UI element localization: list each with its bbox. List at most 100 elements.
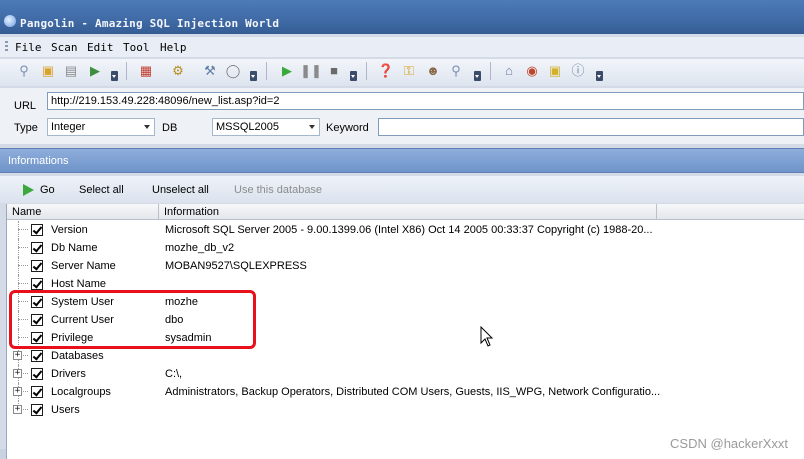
watermark: CSDN @hackerXxxt bbox=[670, 436, 788, 451]
menu-bar: File Scan Edit Tool Help bbox=[0, 37, 804, 57]
row-checkbox[interactable] bbox=[31, 404, 43, 416]
document-icon[interactable]: ▤ bbox=[62, 61, 80, 79]
table-row[interactable]: + Localgroups Administrators, Backup Opera… bbox=[7, 383, 804, 401]
toolbar-overflow-3[interactable] bbox=[350, 71, 357, 81]
row-name: Version bbox=[51, 224, 88, 236]
go-icon bbox=[23, 184, 34, 196]
tree-line bbox=[18, 257, 19, 275]
menu-edit[interactable]: Edit bbox=[87, 41, 114, 54]
menu-help[interactable]: Help bbox=[160, 41, 187, 54]
tree-line bbox=[18, 247, 28, 248]
target-panel: URL http://219.153.49.228:48096/new_list… bbox=[0, 88, 804, 144]
folder-icon[interactable]: ▣ bbox=[39, 61, 57, 79]
row-name: Users bbox=[51, 404, 80, 416]
home-icon[interactable]: ⌂ bbox=[500, 61, 518, 79]
magnifier-icon[interactable]: ⚲ bbox=[447, 61, 465, 79]
table-row[interactable]: Server Name MOBAN9527\SQLEXPRESS bbox=[7, 257, 804, 275]
toolbar-separator bbox=[490, 62, 491, 80]
row-information: MOBAN9527\SQLEXPRESS bbox=[165, 260, 307, 272]
row-information: Administrators, Backup Operators, Distri… bbox=[165, 386, 660, 398]
tree-line bbox=[18, 283, 28, 284]
toolbar-separator bbox=[126, 62, 127, 80]
chevron-down-icon bbox=[309, 125, 315, 129]
table-row[interactable]: + Databases bbox=[7, 347, 804, 365]
pause-icon[interactable]: ❚❚ bbox=[300, 61, 322, 79]
gear-icon[interactable]: ⚙ bbox=[169, 61, 187, 79]
row-name: Databases bbox=[51, 350, 104, 362]
informations-title: Informations bbox=[8, 155, 69, 167]
toolbar-overflow-2[interactable] bbox=[250, 71, 257, 81]
toolbar-overflow-5[interactable] bbox=[596, 71, 603, 81]
database-icon[interactable]: ◯ bbox=[224, 61, 242, 79]
grid-icon[interactable]: ▦ bbox=[137, 61, 155, 79]
mouse-cursor-icon bbox=[480, 326, 494, 347]
table-row[interactable]: + Drivers C:\, bbox=[7, 365, 804, 383]
use-database-button[interactable]: Use this database bbox=[234, 184, 322, 196]
toolbar-overflow-1[interactable] bbox=[111, 71, 118, 81]
keyword-input[interactable] bbox=[378, 118, 804, 136]
go-button[interactable]: Go bbox=[40, 184, 55, 196]
menu-tool[interactable]: Tool bbox=[123, 41, 150, 54]
stop-icon[interactable]: ■ bbox=[325, 61, 343, 79]
row-information: Microsoft SQL Server 2005 - 9.00.1399.06… bbox=[165, 224, 653, 236]
table-row[interactable]: Version Microsoft SQL Server 2005 - 9.00.… bbox=[7, 221, 804, 239]
export-icon[interactable]: ▶ bbox=[86, 61, 104, 79]
window-title: Pangolin - Amazing SQL Injection World bbox=[20, 17, 280, 30]
expand-icon[interactable]: + bbox=[13, 405, 22, 414]
toolbar-separator bbox=[366, 62, 367, 80]
chevron-down-icon bbox=[144, 125, 150, 129]
type-select-value: Integer bbox=[51, 121, 86, 133]
key-icon[interactable]: ⚿ bbox=[400, 61, 418, 79]
row-checkbox[interactable] bbox=[31, 350, 43, 362]
search-icon[interactable]: ⚲ bbox=[15, 61, 33, 79]
row-checkbox[interactable] bbox=[31, 386, 43, 398]
db-label: DB bbox=[162, 122, 178, 134]
grid-header: Name Information bbox=[7, 204, 804, 220]
row-information: mozhe_db_v2 bbox=[165, 242, 235, 254]
box-icon[interactable]: ▣ bbox=[546, 61, 564, 79]
select-all-button[interactable]: Select all bbox=[79, 184, 124, 196]
row-checkbox[interactable] bbox=[31, 278, 43, 290]
informations-header: Informations bbox=[0, 148, 804, 173]
column-name[interactable]: Name bbox=[7, 204, 159, 220]
app-icon bbox=[4, 15, 16, 27]
table-row[interactable]: Db Name mozhe_db_v2 bbox=[7, 239, 804, 257]
table-row[interactable]: + Users bbox=[7, 401, 804, 419]
row-checkbox[interactable] bbox=[31, 224, 43, 236]
title-bar: Pangolin - Amazing SQL Injection World bbox=[0, 0, 804, 34]
bug-icon[interactable]: ◉ bbox=[523, 61, 541, 79]
keyword-label: Keyword bbox=[326, 122, 369, 134]
menu-scan[interactable]: Scan bbox=[51, 41, 78, 54]
type-label: Type bbox=[14, 122, 38, 134]
row-name: Drivers bbox=[51, 368, 86, 380]
unselect-all-button[interactable]: Unselect all bbox=[152, 184, 209, 196]
row-information: C:\, bbox=[165, 368, 183, 380]
row-checkbox[interactable] bbox=[31, 242, 43, 254]
url-input[interactable]: http://219.153.49.228:48096/new_list.asp… bbox=[47, 92, 804, 110]
column-information[interactable]: Information bbox=[159, 204, 657, 220]
db-select[interactable]: MSSQL2005 bbox=[212, 118, 320, 136]
tree-line bbox=[18, 229, 28, 230]
toolbar-overflow-4[interactable] bbox=[474, 71, 481, 81]
type-select[interactable]: Integer bbox=[47, 118, 155, 136]
play-icon[interactable]: ▶ bbox=[278, 61, 296, 79]
highlight-box bbox=[9, 290, 256, 349]
menu-grip[interactable] bbox=[5, 41, 8, 53]
user-icon[interactable]: ☻ bbox=[424, 61, 442, 79]
row-name: Db Name bbox=[51, 242, 98, 254]
url-label: URL bbox=[14, 100, 37, 112]
db-select-value: MSSQL2005 bbox=[216, 121, 279, 133]
tree-line bbox=[18, 239, 19, 257]
row-checkbox[interactable] bbox=[31, 260, 43, 272]
tree-line bbox=[18, 265, 28, 266]
row-checkbox[interactable] bbox=[31, 368, 43, 380]
expand-icon[interactable]: + bbox=[13, 387, 22, 396]
expand-icon[interactable]: + bbox=[13, 351, 22, 360]
wrench-icon[interactable]: ⚒ bbox=[201, 61, 219, 79]
menu-file[interactable]: File bbox=[15, 41, 42, 54]
toolbar: ⚲ ▣ ▤ ▶ ▦ ⚙ ⚒ ◯ ▶ ❚❚ ■ ❓ ⚿ ☻ ⚲ ⌂ ◉ ▣ ⓘ bbox=[0, 59, 804, 86]
tree-line bbox=[18, 221, 19, 239]
info-icon[interactable]: ⓘ bbox=[569, 61, 587, 79]
help-icon[interactable]: ❓ bbox=[377, 61, 395, 79]
expand-icon[interactable]: + bbox=[13, 369, 22, 378]
